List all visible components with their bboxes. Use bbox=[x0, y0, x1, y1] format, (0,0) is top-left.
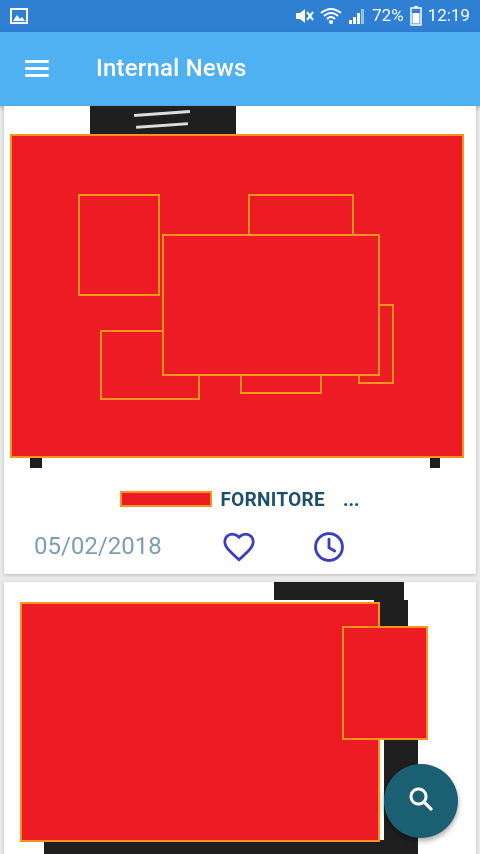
mute-icon bbox=[294, 7, 314, 25]
status-bar: 72% 12:19 bbox=[0, 0, 480, 32]
caption-text: FORNITORE bbox=[220, 487, 326, 511]
battery-icon bbox=[409, 6, 422, 26]
news-meta: 05/02/2018 bbox=[4, 528, 476, 564]
news-caption[interactable]: FORNITORE ... bbox=[4, 484, 476, 514]
clock-time: 12:19 bbox=[427, 6, 470, 26]
redacted-area bbox=[120, 491, 213, 507]
search-button[interactable] bbox=[384, 764, 458, 838]
redacted-area bbox=[20, 602, 380, 842]
redacted-area bbox=[78, 194, 160, 296]
redacted-area bbox=[162, 234, 380, 376]
redacted-area bbox=[248, 194, 354, 238]
battery-percent: 72% bbox=[372, 6, 404, 26]
heart-outline-icon[interactable] bbox=[222, 530, 256, 564]
page-title: Internal News bbox=[96, 54, 247, 82]
hamburger-menu-icon[interactable] bbox=[22, 54, 52, 84]
gallery-notification-icon bbox=[10, 8, 28, 24]
caption-ellipsis: ... bbox=[343, 487, 360, 511]
signal-icon bbox=[348, 7, 366, 25]
wifi-icon bbox=[320, 7, 342, 25]
news-card[interactable]: FORNITORE ... 05/02/2018 bbox=[4, 106, 476, 574]
app-bar: Internal News bbox=[0, 32, 480, 106]
news-image[interactable] bbox=[4, 106, 476, 474]
news-date: 05/02/2018 bbox=[34, 532, 162, 560]
clock-icon[interactable] bbox=[312, 530, 346, 564]
redacted-area bbox=[342, 626, 428, 740]
search-icon bbox=[406, 784, 436, 818]
